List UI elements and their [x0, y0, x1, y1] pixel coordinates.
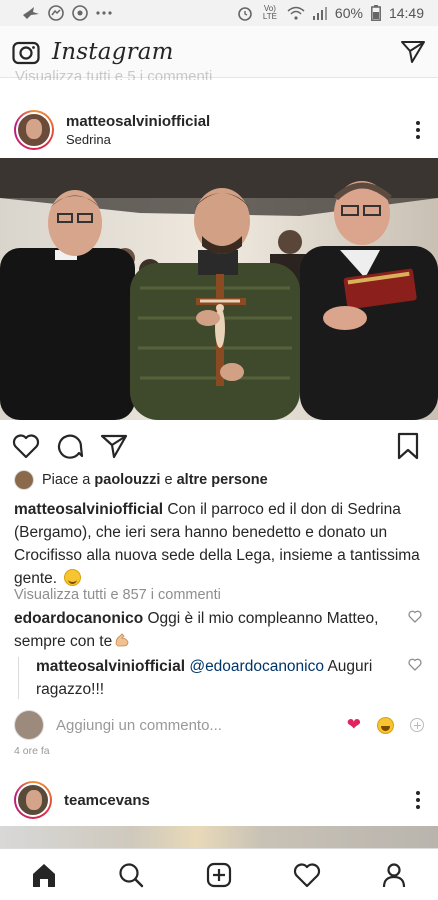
bird-notification-icon	[22, 6, 40, 20]
post-location[interactable]: Sedrina	[66, 132, 210, 147]
post-actions	[0, 428, 438, 464]
battery-percentage: 60%	[334, 5, 363, 21]
person-icon	[383, 862, 406, 887]
caption-author[interactable]: matteosalviniofficial	[14, 501, 163, 518]
messenger-notification-icon	[48, 5, 64, 21]
volte-indicator: Vo) LTE	[262, 4, 277, 21]
tab-profile[interactable]	[372, 853, 416, 897]
add-comment-row[interactable]: Aggiungi un commento... ❤	[14, 710, 424, 740]
next-post-options-button[interactable]	[412, 787, 424, 813]
avatar[interactable]	[14, 781, 52, 819]
heart-icon	[408, 610, 422, 623]
liker-avatar	[14, 470, 34, 490]
alarm-icon	[237, 5, 253, 21]
reply-mention[interactable]: @edoardocanonico	[189, 658, 324, 675]
laugh-emoji-button[interactable]	[377, 716, 394, 734]
post-photo[interactable]	[0, 158, 438, 420]
current-user-avatar	[14, 710, 44, 740]
view-all-comments-link[interactable]: Visualizza tutti e 857 i commenti	[14, 587, 221, 603]
comment-icon	[57, 434, 84, 459]
heart-emoji-button[interactable]: ❤	[347, 715, 361, 735]
like-reply-button[interactable]	[408, 658, 422, 671]
comment-reply: matteosalviniofficial @edoardocanonico A…	[36, 655, 396, 701]
wifi-icon	[287, 6, 305, 20]
comment: edoardocanonico Oggi è il mio compleanno…	[14, 607, 404, 655]
more-options-icon	[416, 121, 420, 125]
comment-button[interactable]	[56, 433, 84, 459]
plus-square-icon	[206, 862, 232, 887]
tab-activity[interactable]	[285, 853, 329, 897]
next-post-header: teamcevans	[0, 777, 438, 823]
tab-search[interactable]	[109, 853, 153, 897]
avatar[interactable]	[14, 110, 54, 150]
post-caption: matteosalviniofficial Con il parroco ed …	[14, 498, 424, 590]
heart-icon	[293, 862, 320, 887]
bookmark-icon	[397, 432, 419, 460]
comment-author[interactable]: edoardocanonico	[14, 610, 143, 627]
likes-connector: e	[164, 472, 173, 488]
more-options-icon	[416, 791, 420, 795]
battery-icon	[371, 5, 381, 21]
next-post-username[interactable]: teamcevans	[64, 792, 150, 809]
post-header: matteosalviniofficial Sedrina	[0, 104, 438, 156]
post-timestamp: 4 ore fa	[14, 745, 50, 757]
flexed-biceps-emoji-icon	[114, 632, 130, 655]
signal-icon	[312, 6, 327, 20]
home-icon	[32, 863, 55, 887]
heart-icon	[408, 658, 422, 671]
like-comment-button[interactable]	[408, 610, 422, 623]
post-options-button[interactable]	[412, 117, 424, 143]
add-comment-input[interactable]: Aggiungi un commento...	[56, 717, 222, 734]
instagram-logo: Instagram	[52, 38, 174, 65]
likes-others[interactable]: altre persone	[177, 472, 268, 488]
heart-icon	[12, 434, 40, 459]
smile-emoji-icon	[64, 569, 82, 586]
search-icon	[119, 862, 144, 887]
more-notifications-icon	[96, 11, 112, 15]
likes-summary[interactable]: Piace a paolouzzi e altre persone	[14, 470, 424, 490]
tab-home[interactable]	[22, 853, 66, 897]
camera-icon[interactable]	[12, 39, 40, 65]
post-username[interactable]: matteosalviniofficial	[66, 113, 210, 130]
likes-prefix: Piace a	[42, 472, 91, 488]
more-emoji-button[interactable]	[410, 718, 424, 732]
like-button[interactable]	[12, 433, 40, 459]
liker-username[interactable]: paolouzzi	[94, 472, 160, 488]
previous-post-comments-link[interactable]: Visualizza tutti e 5 i commenti	[15, 68, 212, 80]
paper-plane-icon	[401, 40, 425, 63]
direct-messages-button[interactable]	[400, 40, 426, 64]
bottom-navigation	[0, 848, 438, 900]
browser-notification-icon	[72, 5, 88, 21]
share-button[interactable]	[100, 433, 128, 459]
paper-plane-icon	[100, 434, 128, 459]
reply-thread-line	[18, 657, 19, 699]
clock: 14:49	[388, 5, 424, 21]
tab-new-post[interactable]	[197, 853, 241, 897]
reply-author[interactable]: matteosalviniofficial	[36, 658, 185, 675]
status-bar: Vo) LTE 60% 14:49	[0, 0, 438, 26]
save-button[interactable]	[396, 432, 420, 460]
